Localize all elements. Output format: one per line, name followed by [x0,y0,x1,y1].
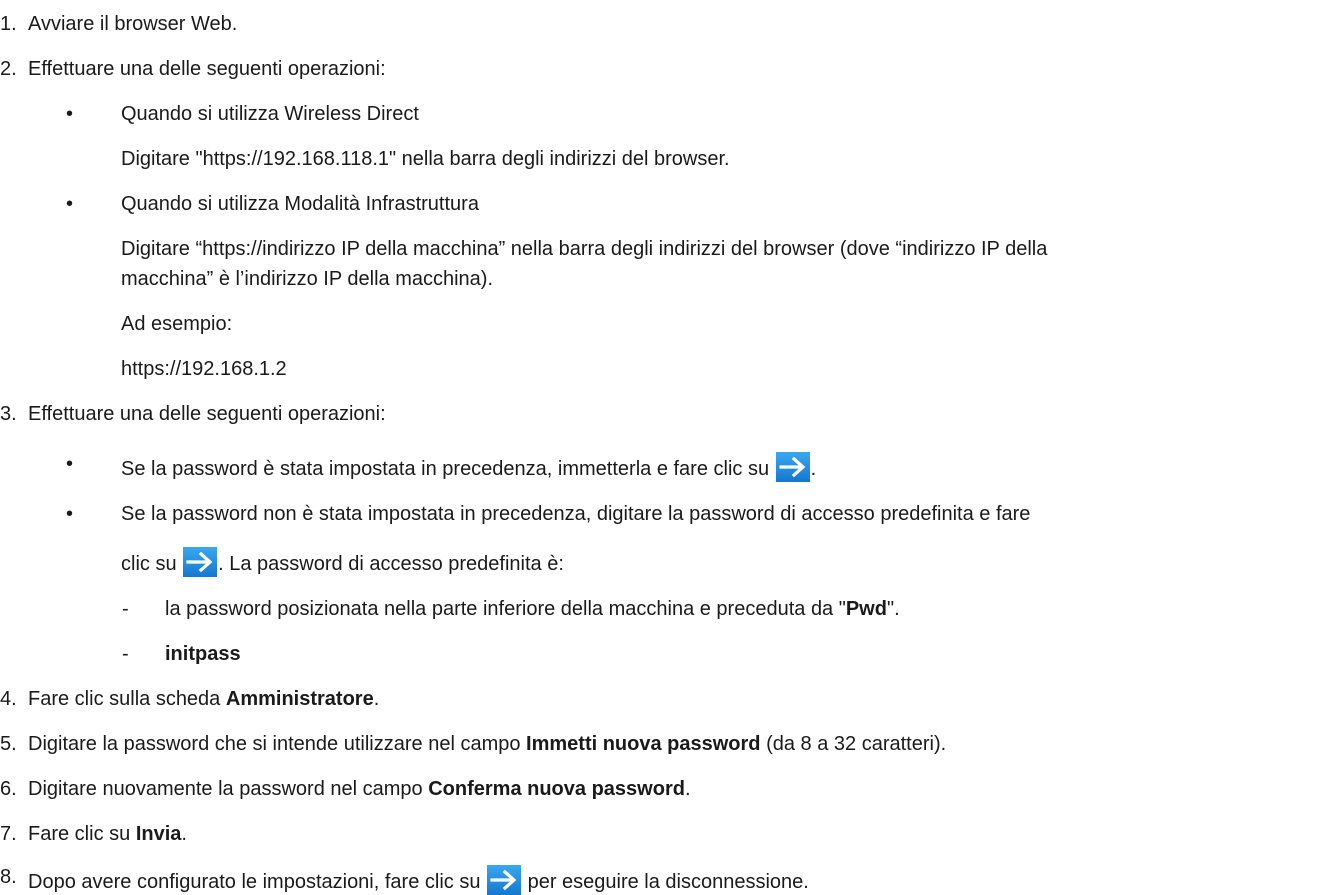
option-body-line: Digitare “https://indirizzo IP della mac… [121,238,1048,260]
option-title: Quando si utilizza Modalità Infrastruttu… [121,193,479,215]
step-text-part: Digitare la password che si intende util… [28,733,527,755]
step-text: Effettuare una delle seguenti operazioni… [28,58,386,80]
step-number: 4. [0,688,17,710]
option-text: Se la password è stata impostata in prec… [121,458,775,480]
step-text-part: (da 8 a 32 caratteri). [760,733,947,755]
step-text: Avviare il browser Web. [28,13,238,35]
bullet: • [66,103,74,125]
step-number: 2. [0,58,17,80]
step-1: 1. Avviare il browser Web. [0,12,237,36]
step-4: 4. Fare clic sulla scheda Amministratore… [0,687,379,711]
option-text: . La password di accesso predefinita è: [218,553,564,575]
step-number: 1. [0,13,17,35]
step-number: 5. [0,733,17,755]
option-line: Se la password è stata impostata in prec… [121,452,816,482]
bullet: • [66,453,74,475]
step-text: Digitare nuovamente la password nel camp… [28,777,691,801]
step-number: 8. [0,866,17,888]
step-bold: Invia [135,823,182,845]
step-6: 6. Digitare nuovamente la password nel c… [0,777,691,801]
step-7: 7. Fare clic su Invia. [0,822,187,846]
step-text-part: Fare clic sulla scheda [28,688,226,710]
dash: - [122,643,129,665]
subitem-text: la password posizionata nella parte infe… [165,598,846,620]
step-text-part: . [684,778,691,800]
subitem: la password posizionata nella parte infe… [165,597,900,621]
option-title: Quando si utilizza Wireless Direct [121,103,419,125]
step-text: Fare clic su Invia. [28,822,187,846]
subitem-bold: initpass [165,643,241,665]
step-number: 6. [0,778,17,800]
bullet: • [66,503,74,525]
step-text-part: . [181,823,187,845]
step-text: Effettuare una delle seguenti operazioni… [28,403,386,425]
step-number: 3. [0,403,17,425]
dash: - [122,598,129,620]
step-text: Dopo avere configurato le impostazioni, … [28,865,809,895]
right-arrow-icon [775,452,810,482]
option-line: clic su . La password di accesso predefi… [121,547,564,577]
example-label: Ad esempio: [121,313,233,335]
step-8: 8. Dopo avere configurato le impostazion… [0,865,809,895]
step-text: Digitare la password che si intende util… [28,732,946,756]
subitem-text: ". [886,598,900,620]
bullet: • [66,193,74,215]
option-body-line: macchina” è l’indirizzo IP della macchin… [121,268,494,290]
right-arrow-icon [183,547,218,577]
step-bold: Immetti nuova password [526,733,761,755]
step-bold: Conferma nuova password [428,778,685,800]
step-5: 5. Digitare la password che si intende u… [0,732,946,756]
step-number: 7. [0,823,17,845]
step-text: Fare clic sulla scheda Amministratore. [28,687,379,711]
subitem-bold: Pwd [845,598,887,620]
example-url: https://192.168.1.2 [121,358,287,380]
step-text-part: . [373,688,380,710]
step-3: 3. Effettuare una delle seguenti operazi… [0,402,386,426]
option-text: clic su [121,553,183,575]
step-2: 2. Effettuare una delle seguenti operazi… [0,57,386,81]
option-line: Se la password non è stata impostata in … [121,503,1031,525]
option-body: Digitare "https://192.168.118.1" nella b… [121,148,730,170]
option-text: . [810,458,817,480]
step-bold: Amministratore [225,688,374,710]
step-text-part: Digitare nuovamente la password nel camp… [28,778,429,800]
right-arrow-icon [487,865,522,895]
step-text-part: Fare clic su [28,823,136,845]
